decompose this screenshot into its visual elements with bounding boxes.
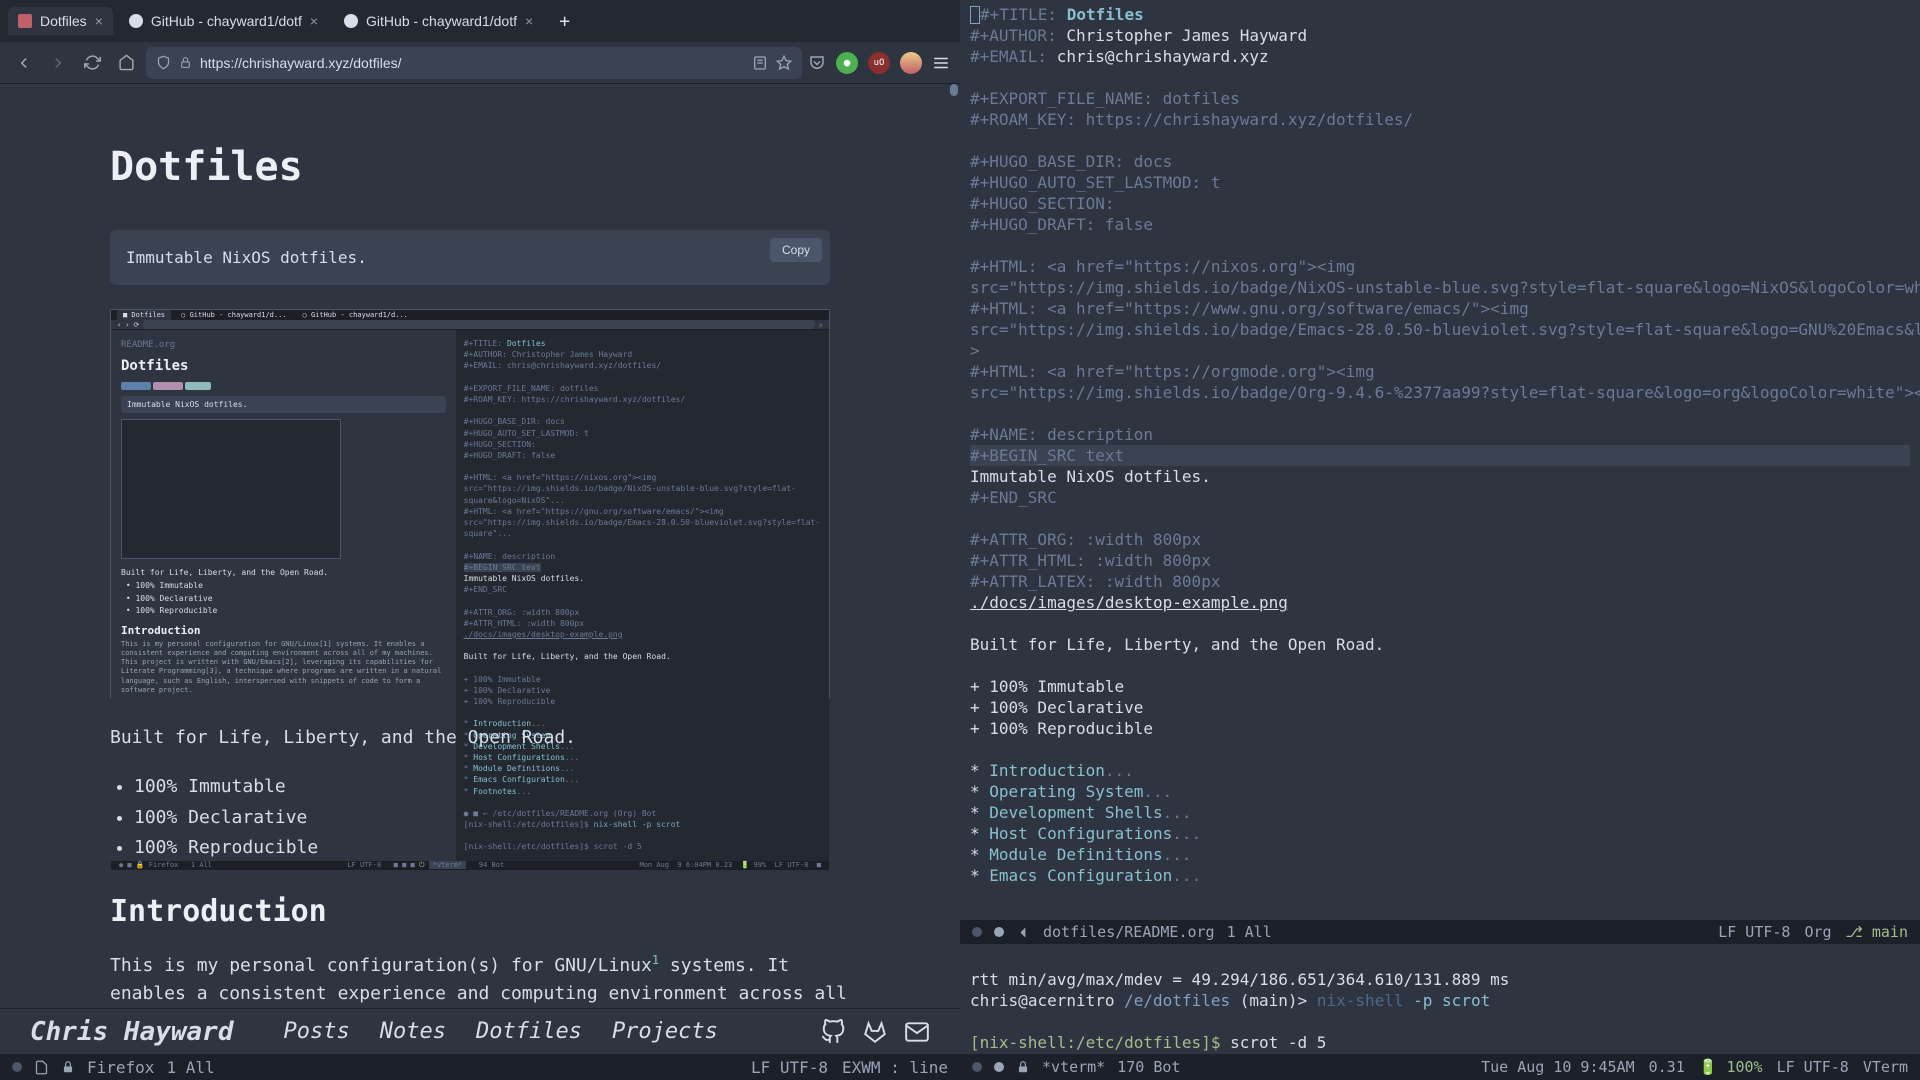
page-content[interactable]: Dotfiles Immutable NixOS dotfiles. Copy … (0, 84, 960, 1008)
extension-icons: ● uO (808, 52, 950, 74)
status-bar-left: Firefox 1 All LF UTF-8 EXWM : line (0, 1054, 960, 1080)
home-button[interactable] (112, 49, 140, 77)
file-icon (34, 1060, 49, 1075)
shell-prompt: [nix-shell:/etc/dotfiles]$ (970, 1033, 1230, 1052)
nav-link[interactable]: Projects (612, 1019, 718, 1044)
encoding: LF UTF-8 (1718, 923, 1790, 941)
site-nav: Chris Hayward Posts Notes Dotfiles Proje… (0, 1008, 960, 1054)
bookmark-icon[interactable] (776, 55, 792, 71)
close-icon[interactable]: × (310, 13, 318, 29)
lock-icon (61, 1060, 75, 1074)
position: 1 All (1227, 923, 1272, 941)
term-output: rtt min/avg/max/mdev = 49.294/186.651/36… (970, 970, 1509, 989)
ext-icon[interactable] (900, 52, 922, 74)
browser-tab-active[interactable]: Dotfiles × (8, 7, 113, 35)
editor-buffer[interactable]: #+TITLE: Dotfiles #+AUTHOR: Christopher … (960, 0, 1920, 920)
lock-icon (179, 56, 192, 69)
term-modeline: *vterm* 170 Bot Tue Aug 10 9:45AM 0.31 🔋… (960, 1054, 1920, 1080)
tab-favicon (129, 14, 143, 28)
tab-title: GitHub - chayward1/dotf (366, 13, 517, 29)
tab-title: Dotfiles (40, 13, 87, 29)
file-name: dotfiles/README.org (1043, 923, 1215, 941)
nav-link[interactable]: Dotfiles (476, 1019, 582, 1044)
code-text: Immutable NixOS dotfiles. (126, 248, 367, 267)
position: 170 Bot (1117, 1058, 1180, 1076)
mail-icon[interactable] (904, 1019, 930, 1045)
status-dot (994, 1062, 1004, 1072)
shell-command: scrot -d 5 (1230, 1033, 1326, 1052)
status-dot (972, 1062, 982, 1072)
editor-modeline: dotfiles/README.org 1 All LF UTF-8 Org ⎇… (960, 920, 1920, 944)
screenshot-image: ■ Dotfiles○ GitHub - chayward1/d...○ Git… (110, 309, 830, 699)
reload-button[interactable] (78, 49, 106, 77)
encoding: LF UTF-8 (1777, 1058, 1849, 1076)
section-heading: Introduction (110, 894, 850, 929)
brand[interactable]: Chris Hayward (30, 1017, 234, 1047)
lock-icon (1016, 1060, 1030, 1074)
url-input[interactable]: https://chrishayward.xyz/dotfiles/ (146, 47, 802, 79)
scrollbar-thumb[interactable] (950, 84, 958, 96)
footnote-ref[interactable]: 1 (652, 953, 659, 967)
terminal[interactable]: rtt min/avg/max/mdev = 49.294/186.651/36… (960, 944, 1920, 1054)
position: 1 All (166, 1058, 214, 1077)
url-text: https://chrishayward.xyz/dotfiles/ (200, 55, 744, 71)
load-avg: 0.31 (1649, 1058, 1685, 1076)
encoding: LF UTF-8 (751, 1058, 828, 1077)
tab-favicon (18, 14, 32, 28)
datetime: Tue Aug 10 9:45AM (1481, 1058, 1635, 1076)
page-title: Dotfiles (110, 144, 850, 190)
ext-badge[interactable]: ● (836, 52, 858, 74)
back-icon (1016, 925, 1031, 940)
ublock-icon[interactable]: uO (868, 52, 890, 74)
forward-button[interactable] (44, 49, 72, 77)
git-branch: ⎇ main (1846, 923, 1908, 941)
status-dot (994, 927, 1004, 937)
status-dot (972, 927, 982, 937)
close-icon[interactable]: × (95, 13, 103, 29)
buffer-name: Firefox (87, 1058, 154, 1077)
new-tab-button[interactable]: + (549, 7, 580, 36)
github-icon[interactable] (820, 1019, 846, 1045)
pocket-icon[interactable] (808, 54, 826, 72)
major-mode: VTerm (1863, 1058, 1908, 1076)
status-dot (12, 1062, 22, 1072)
shield-icon (156, 55, 171, 70)
tab-title: GitHub - chayward1/dotf (151, 13, 302, 29)
close-icon[interactable]: × (525, 13, 533, 29)
body-text: This is my personal configuration(s) for… (110, 951, 850, 1008)
tab-favicon (344, 14, 358, 28)
browser-tab-bar: Dotfiles × GitHub - chayward1/dotf × Git… (0, 0, 960, 42)
browser-tab[interactable]: GitHub - chayward1/dotf × (119, 7, 328, 35)
menu-icon[interactable] (932, 54, 950, 72)
nav-link[interactable]: Notes (380, 1019, 446, 1044)
address-bar: https://chrishayward.xyz/dotfiles/ ● uO (0, 42, 960, 84)
copy-button[interactable]: Copy (770, 238, 822, 262)
code-block: Immutable NixOS dotfiles. Copy (110, 230, 830, 285)
gitlab-icon[interactable] (862, 1019, 888, 1045)
buffer-name: *vterm* (1042, 1058, 1105, 1076)
back-button[interactable] (10, 49, 38, 77)
battery: 🔋 100% (1699, 1058, 1763, 1076)
nav-link[interactable]: Posts (284, 1019, 350, 1044)
major-mode: EXWM : line (842, 1058, 948, 1077)
reader-icon[interactable] (752, 55, 768, 71)
browser-tab[interactable]: GitHub - chayward1/dotf × (334, 7, 543, 35)
major-mode: Org (1804, 923, 1831, 941)
